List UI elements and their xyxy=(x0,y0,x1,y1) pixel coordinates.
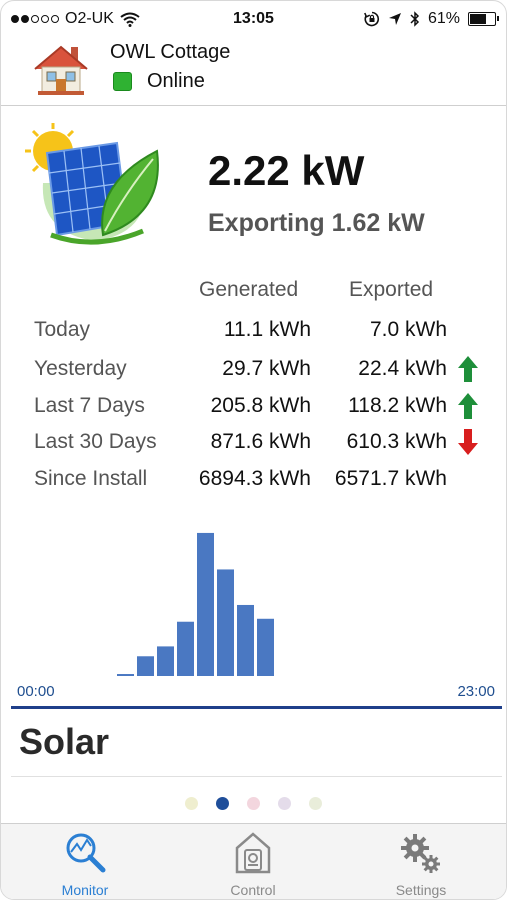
monitor-icon xyxy=(66,833,106,873)
page-dot[interactable] xyxy=(278,797,291,810)
chart-bar xyxy=(197,532,214,676)
section-title: Solar xyxy=(19,721,110,762)
trend-up-arrow-icon xyxy=(458,356,478,382)
row-label: Today xyxy=(34,318,91,341)
rotation-lock-icon xyxy=(364,11,380,27)
battery-icon xyxy=(468,12,499,26)
page-dot[interactable] xyxy=(309,797,322,810)
battery-percent: 61% xyxy=(427,10,460,27)
online-status-icon xyxy=(113,72,132,91)
exported-value: 610.3 kWh xyxy=(346,430,447,453)
bluetooth-icon xyxy=(410,11,420,27)
row-label: Last 30 Days xyxy=(34,430,157,453)
chart-bar xyxy=(157,646,174,676)
chart-bar xyxy=(257,618,274,676)
exporting-value: Exporting 1.62 kW xyxy=(208,209,425,237)
tab-label: Monitor xyxy=(61,882,109,898)
page-indicator[interactable] xyxy=(1,797,506,810)
generated-value: 11.1 kWh xyxy=(223,318,311,341)
trend-down-arrow-icon xyxy=(458,429,478,455)
x-axis-start-label: 00:00 xyxy=(17,683,55,700)
generated-column-header: Generated xyxy=(199,278,299,301)
tab-label: Control xyxy=(230,882,276,898)
x-axis-end-label: 23:00 xyxy=(457,683,495,700)
x-axis-line xyxy=(11,706,502,709)
tab-settings[interactable]: Settings xyxy=(337,824,505,899)
page-dot[interactable] xyxy=(185,797,198,810)
solar-panel-leaf-icon xyxy=(25,123,159,245)
chart-bar xyxy=(137,656,154,676)
exported-value: 118.2 kWh xyxy=(348,394,447,417)
exported-value: 7.0 kWh xyxy=(369,318,447,341)
status-right: 61% xyxy=(364,10,499,28)
chart-bar xyxy=(217,569,234,676)
generated-value: 6894.3 kWh xyxy=(198,467,311,490)
site-header[interactable]: OWL Cottage Online xyxy=(1,35,506,106)
generation-bar-chart xyxy=(117,532,274,676)
row-label: Yesterday xyxy=(34,357,127,380)
phone-screen: O2-UK 13:05 61% OWL Cottage Online 2.22 … xyxy=(0,0,507,900)
generated-value: 205.8 kWh xyxy=(210,394,311,417)
exported-value: 22.4 kWh xyxy=(358,357,447,380)
settings-icon xyxy=(401,834,440,873)
exported-column-header: Exported xyxy=(349,278,434,301)
chart-bar xyxy=(177,621,194,676)
house-icon xyxy=(34,45,88,95)
trend-up-arrow-icon xyxy=(458,393,478,419)
online-status-label: Online xyxy=(147,70,205,92)
page-dot[interactable] xyxy=(247,797,260,810)
tab-monitor[interactable]: Monitor xyxy=(1,824,169,899)
section-divider xyxy=(11,776,502,777)
row-label: Since Install xyxy=(34,467,148,490)
page-dot-active[interactable] xyxy=(216,797,229,810)
control-icon xyxy=(235,832,271,874)
tab-label: Settings xyxy=(395,882,447,898)
tab-bar: Monitor Control Settings xyxy=(1,823,506,899)
generated-value: 29.7 kWh xyxy=(222,357,311,380)
row-label: Last 7 Days xyxy=(34,394,145,417)
status-bar: O2-UK 13:05 61% xyxy=(1,1,506,35)
current-power-value: 2.22 kW xyxy=(208,147,365,194)
chart-bar xyxy=(117,674,134,676)
site-name: OWL Cottage xyxy=(110,41,231,63)
generated-value: 871.6 kWh xyxy=(210,430,311,453)
tab-control[interactable]: Control xyxy=(169,824,337,899)
chart-bar xyxy=(237,604,254,676)
exported-value: 6571.7 kWh xyxy=(334,467,447,490)
location-arrow-icon xyxy=(388,13,401,25)
